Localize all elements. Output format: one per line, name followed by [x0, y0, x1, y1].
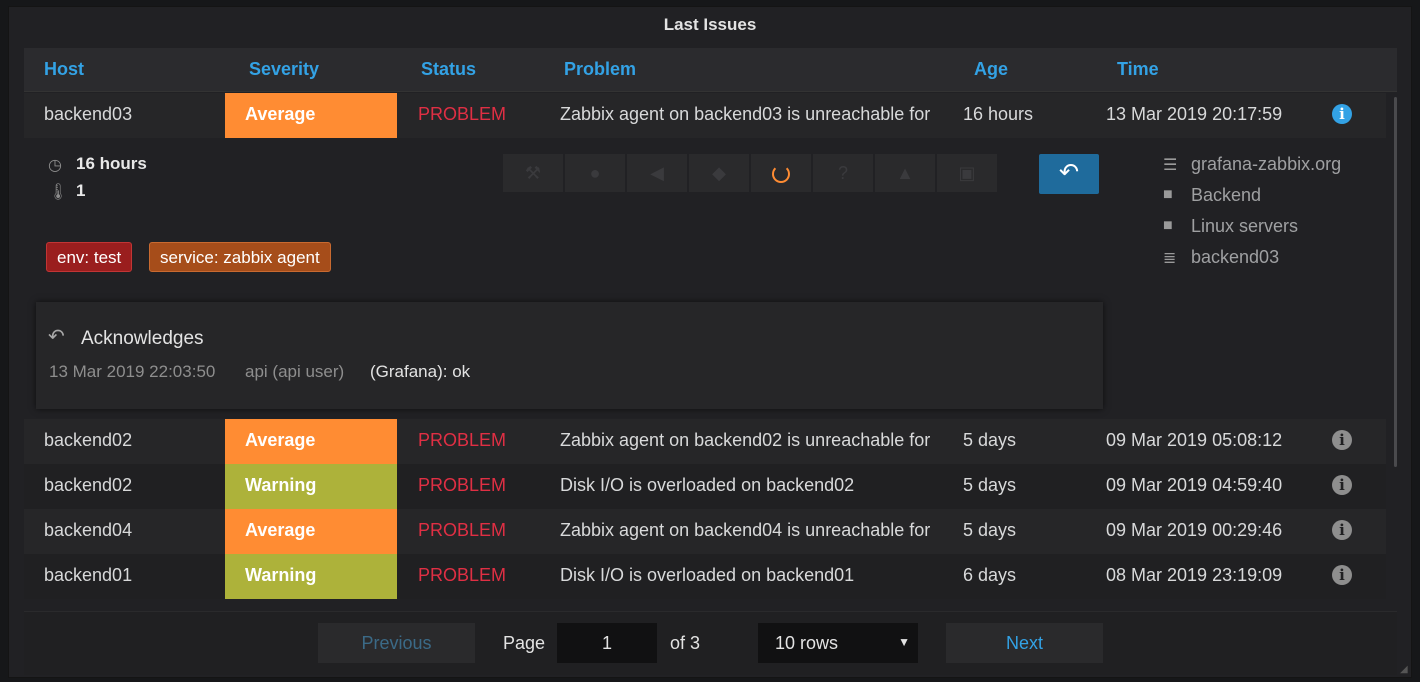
status-cell: PROBLEM	[418, 565, 507, 585]
status-cell: PROBLEM	[418, 475, 507, 495]
severity-cell: Average	[225, 509, 397, 554]
problem-cell: Disk I/O is overloaded on backend01	[560, 565, 855, 585]
table-row[interactable]: backend02 Warning PROBLEM Disk I/O is ov…	[24, 464, 1386, 509]
wrench-icon[interactable]: ⚒	[503, 154, 563, 192]
screen-icon[interactable]: ▣	[937, 154, 997, 192]
database-icon: ☰	[1163, 157, 1178, 174]
host-groups: ☰ grafana-zabbix.org ■ Backend ■ Linux serv…	[1163, 154, 1341, 278]
age-cell: 6 days	[963, 565, 1017, 585]
clock-icon: ◷	[48, 157, 62, 174]
panel-title: Last Issues	[663, 15, 757, 34]
info-icon[interactable]: i	[1332, 520, 1352, 540]
tag-icon[interactable]: ◆	[689, 154, 749, 192]
info-icon[interactable]: i	[1332, 104, 1352, 124]
host-cell: backend01	[44, 565, 133, 585]
page-input[interactable]: 1	[557, 623, 657, 663]
age-cell: 5 days	[963, 475, 1017, 495]
time-cell: 09 Mar 2019 05:08:12	[1106, 430, 1283, 450]
rows-per-page-value: 10 rows	[775, 633, 839, 653]
table-row[interactable]: backend04 Average PROBLEM Zabbix agent o…	[24, 509, 1386, 554]
tag-env[interactable]: env: test	[46, 242, 133, 272]
ack-message: (Grafana): ok	[370, 362, 471, 381]
pagination: Previous Page 1 of 3 10 rows ▼ Next	[24, 611, 1397, 675]
details-priority: 1	[76, 181, 86, 200]
acknowledges-section: ↶ Acknowledges 13 Mar 2019 22:03:50 api …	[36, 302, 1103, 409]
host-cell: backend03	[44, 104, 133, 124]
question-icon[interactable]: ?	[813, 154, 873, 192]
column-header-severity[interactable]: Severity	[249, 59, 319, 80]
ack-time: 13 Mar 2019 22:03:50	[49, 362, 216, 381]
column-header-status[interactable]: Status	[421, 59, 476, 80]
problem-cell: Zabbix agent on backend04 is unreachable…	[560, 520, 931, 540]
resize-handle-icon[interactable]: ◢	[1400, 664, 1410, 675]
time-cell: 13 Mar 2019 20:17:59	[1106, 104, 1283, 124]
folder-icon: ■	[1163, 186, 1173, 203]
status-cell: PROBLEM	[418, 520, 507, 540]
caret-down-icon: ▼	[898, 635, 910, 649]
thermometer-icon: 🌡	[48, 184, 69, 201]
tag-service[interactable]: service: zabbix agent	[149, 242, 331, 272]
table-body: backend03 Average PROBLEM Zabbix agent o…	[24, 93, 1386, 611]
megaphone-icon[interactable]: ◀	[627, 154, 687, 192]
page-label: Page	[503, 633, 546, 653]
problem-cell: Zabbix agent on backend03 is unreachable…	[560, 104, 931, 124]
table-row[interactable]: backend03 Average PROBLEM Zabbix agent o…	[24, 93, 1386, 138]
group-item: Backend	[1191, 185, 1262, 205]
folder-icon: ■	[1163, 217, 1173, 234]
table-header: Host Severity Status Problem Age Time	[24, 48, 1397, 92]
info-icon[interactable]: i	[1332, 565, 1352, 585]
scrollbar[interactable]	[1394, 97, 1397, 467]
details-meta: ◷ 16 hours 🌡 1	[46, 154, 147, 208]
reply-icon: ↶	[48, 326, 65, 348]
column-header-age[interactable]: Age	[974, 59, 1008, 80]
problem-cell: Disk I/O is overloaded on backend02	[560, 475, 855, 495]
warning-icon[interactable]: ▲	[875, 154, 935, 192]
column-header-host[interactable]: Host	[44, 59, 84, 80]
group-item: Linux servers	[1191, 216, 1299, 236]
details-age: 16 hours	[76, 154, 147, 173]
page-count: of 3	[670, 633, 701, 653]
severity-cell: Warning	[225, 464, 397, 509]
status-cell: PROBLEM	[418, 430, 507, 450]
status-cell: PROBLEM	[418, 104, 507, 124]
host-cell: backend02	[44, 475, 133, 495]
info-icon[interactable]: i	[1332, 475, 1352, 495]
table-row[interactable]: backend02 Average PROBLEM Zabbix agent o…	[24, 419, 1386, 464]
severity-cell: Warning	[225, 554, 397, 599]
table-row[interactable]: backend01 Warning PROBLEM Disk I/O is ov…	[24, 554, 1386, 599]
age-cell: 5 days	[963, 430, 1017, 450]
problem-cell: Zabbix agent on backend02 is unreachable…	[560, 430, 931, 450]
rows-per-page-select[interactable]: 10 rows ▼	[758, 623, 918, 663]
time-cell: 09 Mar 2019 04:59:40	[1106, 475, 1283, 495]
age-cell: 5 days	[963, 520, 1017, 540]
age-cell: 16 hours	[963, 104, 1034, 124]
column-header-time[interactable]: Time	[1117, 59, 1159, 80]
column-header-problem[interactable]: Problem	[564, 59, 636, 80]
server-icon: ≣	[1163, 250, 1177, 267]
acknowledges-title: Acknowledges	[81, 328, 204, 349]
problem-details: ◷ 16 hours 🌡 1 env: test service: zabbix a…	[24, 139, 1386, 419]
host-cell: backend04	[44, 520, 133, 540]
host-cell: backend02	[44, 430, 133, 450]
severity-cell: Average	[225, 419, 397, 464]
group-item: backend03	[1191, 247, 1280, 267]
group-item: grafana-zabbix.org	[1191, 154, 1342, 174]
last-issues-panel: Last Issues Host Severity Status Problem…	[8, 6, 1412, 678]
info-icon[interactable]: i	[1332, 430, 1352, 450]
globe-icon[interactable]: ●	[565, 154, 625, 192]
severity-cell: Average	[225, 93, 397, 138]
acknowledge-button[interactable]: ↶	[1039, 154, 1099, 194]
loading-spinner-icon	[751, 154, 811, 192]
time-cell: 08 Mar 2019 23:19:09	[1106, 565, 1283, 585]
previous-button[interactable]: Previous	[318, 623, 475, 663]
ack-user: api (api user)	[245, 362, 345, 381]
next-button[interactable]: Next	[946, 623, 1103, 663]
time-cell: 09 Mar 2019 00:29:46	[1106, 520, 1283, 540]
